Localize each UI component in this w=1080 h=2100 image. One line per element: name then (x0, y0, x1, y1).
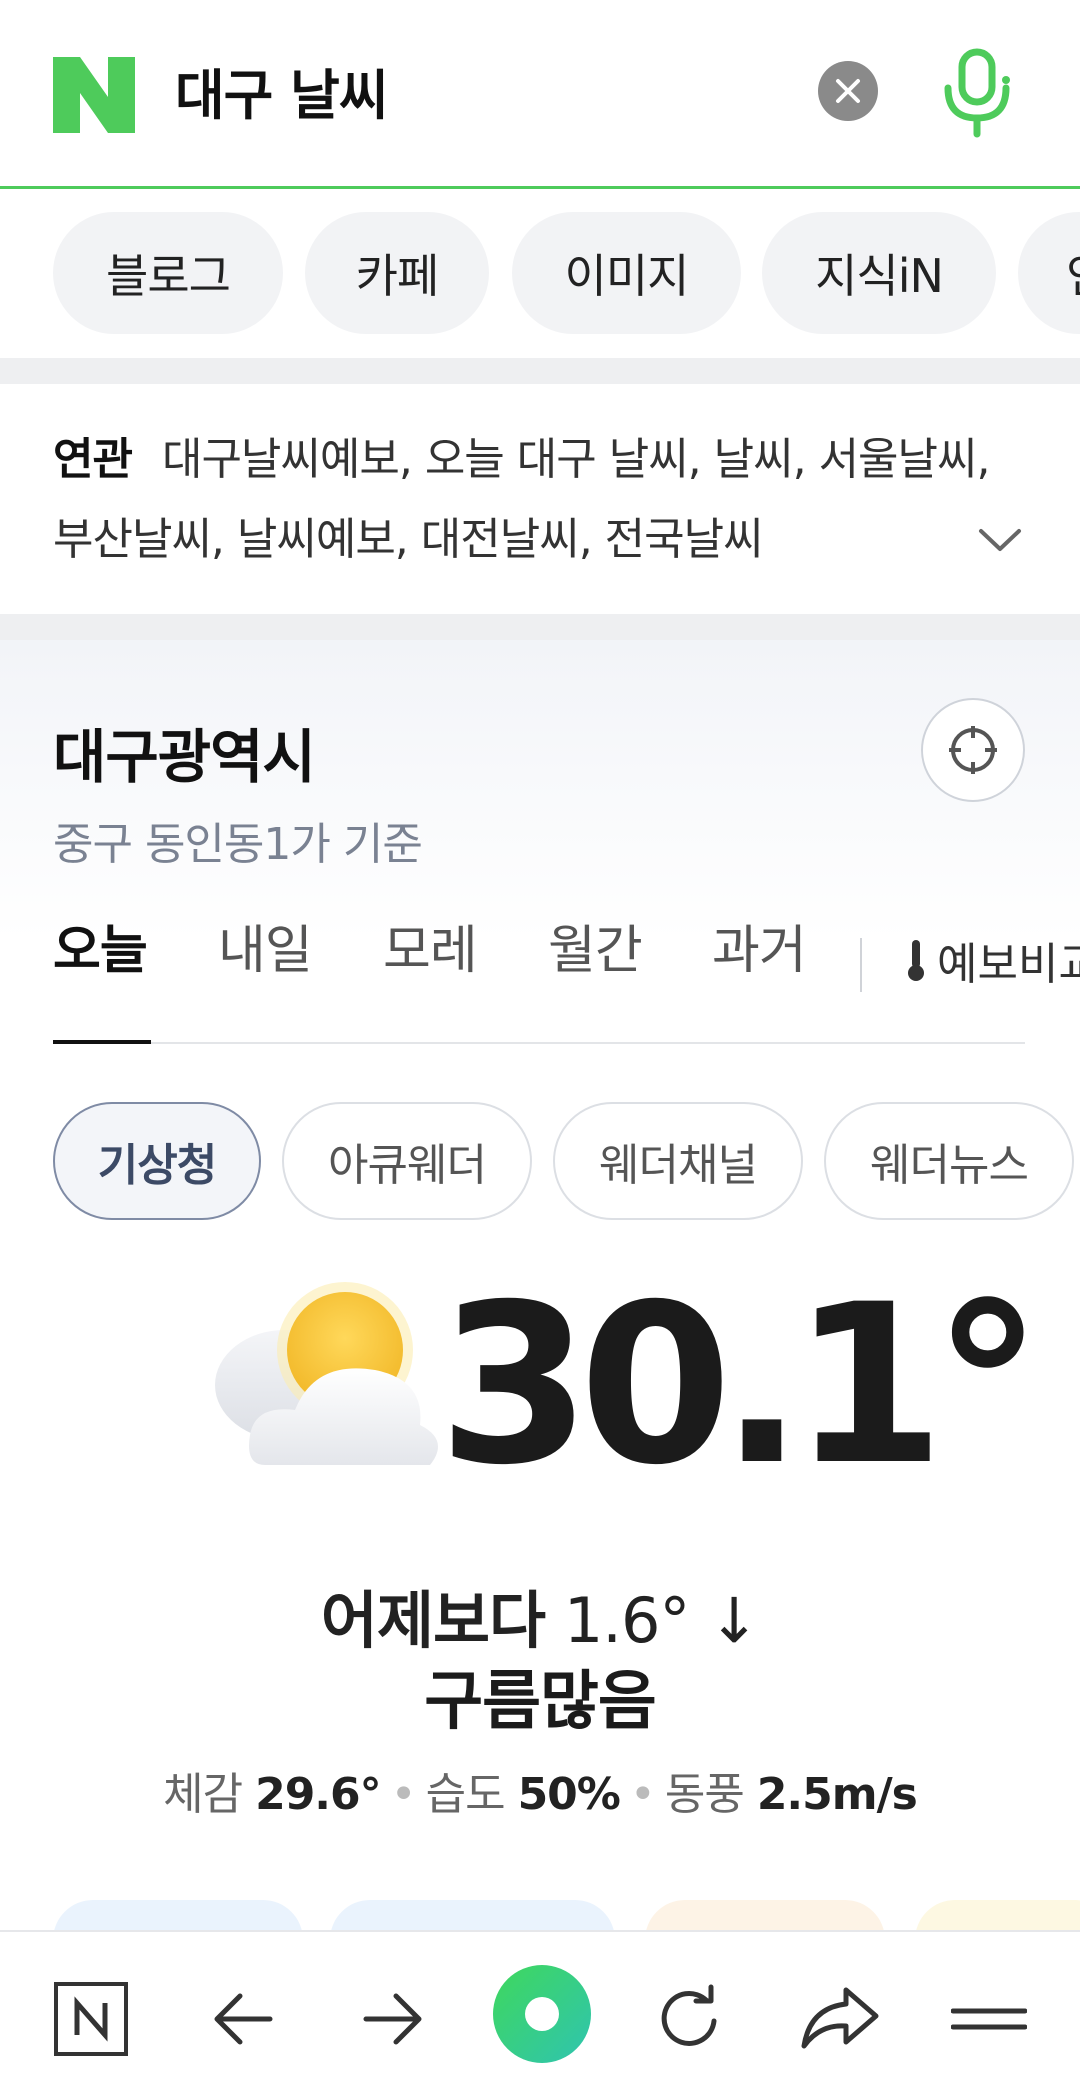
naver-logo[interactable] (53, 57, 135, 133)
refresh-button[interactable] (645, 1974, 735, 2064)
humidity-value: 50% (517, 1769, 621, 1820)
tab-active-indicator (53, 1040, 151, 1044)
related-label: 연관 (53, 434, 133, 485)
separator-dot: • (629, 1769, 656, 1820)
yesterday-compare-value: 1.6° ↓ (563, 1584, 760, 1657)
share-button[interactable] (795, 1974, 885, 2064)
menu-icon (951, 2008, 1027, 2030)
wind-label: 동풍 (664, 1769, 745, 1820)
day-tab-monthly[interactable]: 월간 (548, 908, 643, 983)
tab-cafe[interactable]: 카페 (305, 212, 489, 334)
naver-home-icon (54, 1982, 128, 2056)
mic-icon[interactable] (940, 48, 1014, 138)
green-dot-button[interactable] (492, 1964, 592, 2064)
location-name: 대구광역시 (53, 723, 316, 791)
search-tabs: 블로그 카페 이미지 지식iN 인 (0, 212, 1080, 334)
section-divider (0, 614, 1080, 640)
forecast-compare-tab[interactable]: 예보비교 (905, 928, 1080, 992)
menu-button[interactable] (944, 1974, 1034, 2064)
current-temperature: 30.1° (438, 1257, 1043, 1513)
search-input[interactable]: 대구 날씨 (175, 58, 389, 134)
yesterday-compare: 어제보다 1.6° ↓ (0, 1570, 1080, 1660)
tab-separator (860, 938, 862, 992)
refresh-icon (661, 1984, 717, 2046)
section-divider (0, 358, 1080, 384)
day-tab-tomorrow[interactable]: 내일 (218, 908, 313, 983)
close-icon (836, 79, 860, 103)
current-location-button[interactable] (921, 698, 1025, 802)
related-keyword-list[interactable]: 대구날씨예보, 오늘 대구 날씨, 날씨, 서울날씨, 부산날씨, 날씨예보, … (53, 434, 990, 565)
provider-accuweather[interactable]: 아큐웨더 (282, 1102, 532, 1220)
search-bar: 대구 날씨 (0, 0, 1080, 189)
back-arrow-icon (214, 1993, 273, 2045)
back-button[interactable] (198, 1974, 288, 2064)
day-tab-past[interactable]: 과거 (712, 908, 807, 983)
provider-weathernews[interactable]: 웨더뉴스 (824, 1102, 1074, 1220)
location-sub: 중구 동인동1가 기준 (53, 819, 423, 870)
clear-search-button[interactable] (818, 61, 878, 121)
browser-toolbar (0, 1930, 1080, 2100)
tab-blog[interactable]: 블로그 (53, 212, 283, 334)
weather-card: 대구광역시 중구 동인동1가 기준 오늘 내일 모레 월간 과거 예보비교 기상… (0, 640, 1080, 1930)
provider-weatherchannel[interactable]: 웨더채널 (553, 1102, 803, 1220)
separator-dot: • (390, 1769, 417, 1820)
green-dot-icon (493, 1965, 591, 2063)
crosshair-icon (949, 726, 997, 774)
tab-kin[interactable]: 지식iN (762, 212, 996, 334)
thermometer-icon (908, 940, 924, 981)
feels-like-label: 체감 (163, 1769, 243, 1820)
weather-details: 체감 29.6° • 습도 50% • 동풍 2.5m/s (0, 1758, 1080, 1822)
yesterday-compare-label: 어제보다 (320, 1584, 546, 1657)
day-tab-today[interactable]: 오늘 (53, 908, 148, 983)
tab-more[interactable]: 인 (1018, 212, 1080, 334)
humidity-label: 습도 (425, 1769, 506, 1820)
tab-image[interactable]: 이미지 (512, 212, 741, 334)
wind-value: 2.5m/s (756, 1769, 918, 1820)
tab-underline (53, 1042, 1025, 1044)
forecast-compare-label: 예보비교 (937, 939, 1080, 990)
share-icon (801, 1987, 879, 2049)
day-tab-day-after[interactable]: 모레 (383, 908, 478, 983)
chevron-down-icon[interactable] (975, 515, 1025, 565)
feels-like-value: 29.6° (255, 1769, 382, 1820)
weather-condition: 구름많음 (424, 1665, 657, 1739)
provider-kma[interactable]: 기상청 (53, 1102, 261, 1220)
naver-home-button[interactable] (46, 1974, 136, 2064)
forward-button[interactable] (348, 1974, 438, 2064)
forward-arrow-icon (363, 1993, 422, 2045)
